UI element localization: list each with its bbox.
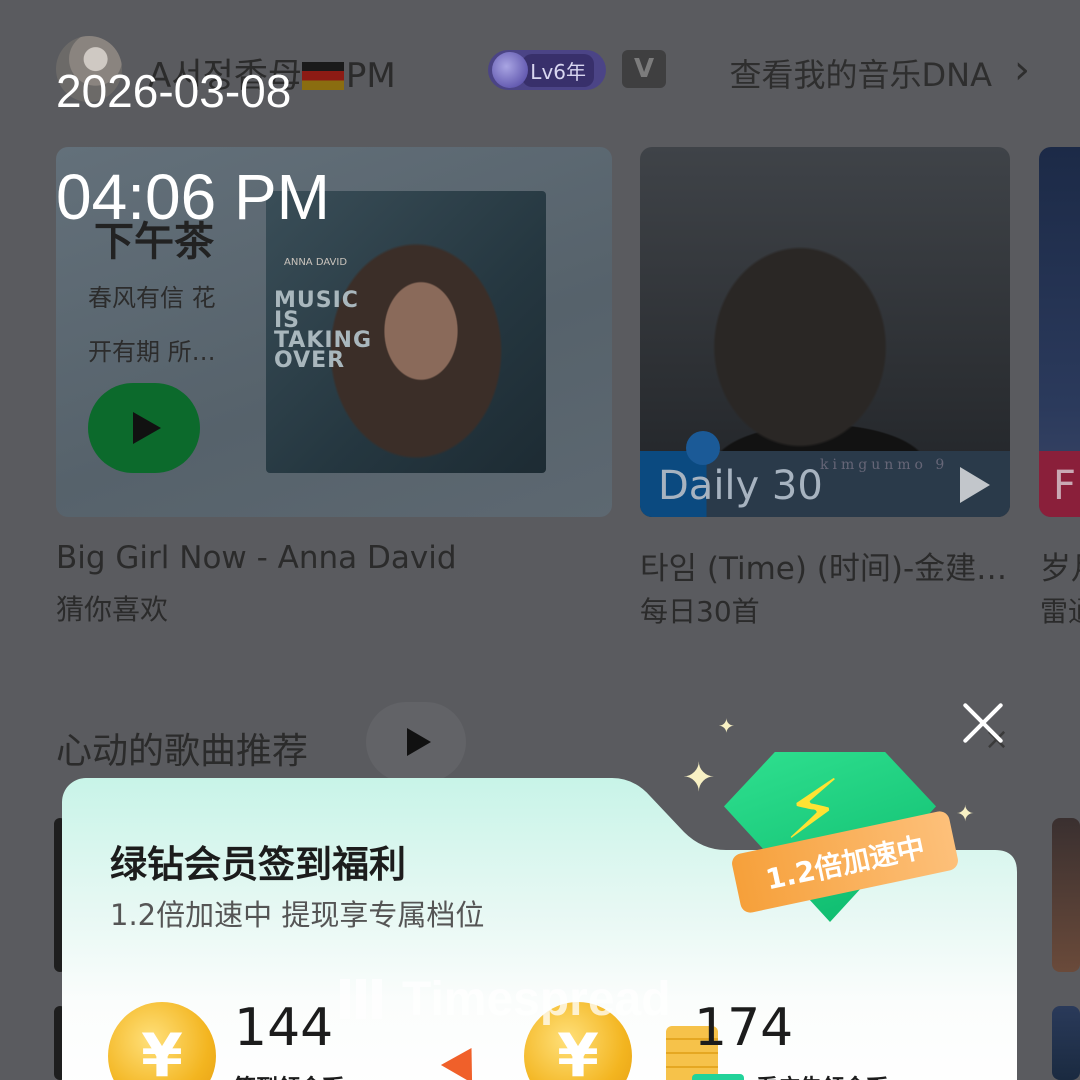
watermark-logo-icon: [340, 979, 386, 1019]
username-suffix: PM: [345, 56, 396, 96]
cover-watermark: kimgunmo 9: [820, 457, 949, 473]
play-button[interactable]: [88, 383, 200, 473]
play-icon: [133, 412, 161, 444]
ad-coin-amount: 174: [694, 998, 794, 1058]
play-icon[interactable]: [960, 467, 990, 503]
list-thumb: [1052, 818, 1080, 972]
play-icon: [407, 728, 431, 756]
watermark: Timespread: [340, 972, 671, 1027]
vip-icon[interactable]: V: [622, 50, 666, 88]
card-dot: [686, 431, 720, 465]
coin-icon: ¥: [108, 1002, 216, 1080]
sparkle-icon: ✦: [956, 802, 975, 827]
card-caption[interactable]: 岁月: [1040, 543, 1080, 588]
popup-close-button[interactable]: [956, 696, 1010, 750]
level-orb-icon: [492, 52, 528, 88]
watermark-text: Timespread: [402, 973, 671, 1026]
level-badge[interactable]: Lv6年: [488, 50, 606, 90]
vip-icon-letter: V: [633, 54, 655, 84]
card-caption[interactable]: Big Girl Now - Anna David: [56, 540, 457, 576]
card-label: F: [1053, 463, 1077, 509]
card-caption[interactable]: 타임 (Time) (时间)-金建…: [640, 543, 1010, 588]
arrow-up-icon: [441, 1039, 487, 1080]
flag-icon: [301, 62, 344, 90]
checkin-coin-amount: 144: [234, 998, 334, 1058]
list-thumb: [1052, 1006, 1080, 1080]
sparkle-icon: ✦: [682, 755, 716, 801]
music-dna-link[interactable]: 查看我的音乐DNA: [730, 50, 992, 96]
sparkle-icon: ✦: [718, 714, 735, 738]
card-subcaption: 猜你喜欢: [56, 593, 169, 626]
level-badge-text: Lv6年: [522, 53, 594, 87]
ad-coin-label[interactable]: 看广告领金币: [756, 1070, 888, 1080]
chevron-right-icon[interactable]: ›: [1014, 50, 1030, 90]
overlay-date: 2026-03-08: [56, 65, 292, 117]
section-title: 心动的歌曲推荐: [56, 731, 309, 772]
popup-subtitle: 1.2倍加速中 提现享专属档位: [110, 898, 485, 932]
popup-title: 绿钻会员签到福利: [110, 843, 406, 886]
card-description: 春风有信 花开有期 所…: [88, 284, 216, 366]
card-subcaption: 每日30首: [640, 595, 760, 628]
section-play-button[interactable]: [366, 702, 466, 782]
card-label: Daily 30: [658, 463, 823, 509]
overlay-time: 04:06 PM: [56, 161, 330, 233]
playlist-card-daily-30[interactable]: Daily 30 kimgunmo 9: [640, 147, 1010, 517]
ad-tag: [692, 1074, 744, 1080]
album-artist-text: ANNA DAVID: [284, 257, 348, 268]
card-subcaption: 雷通: [1040, 595, 1080, 628]
playlist-card-partial[interactable]: F: [1039, 147, 1080, 517]
album-title-text: MUSIC IS TAKING OVER: [274, 288, 373, 373]
checkin-coin-label[interactable]: 签到领金币: [234, 1070, 344, 1080]
